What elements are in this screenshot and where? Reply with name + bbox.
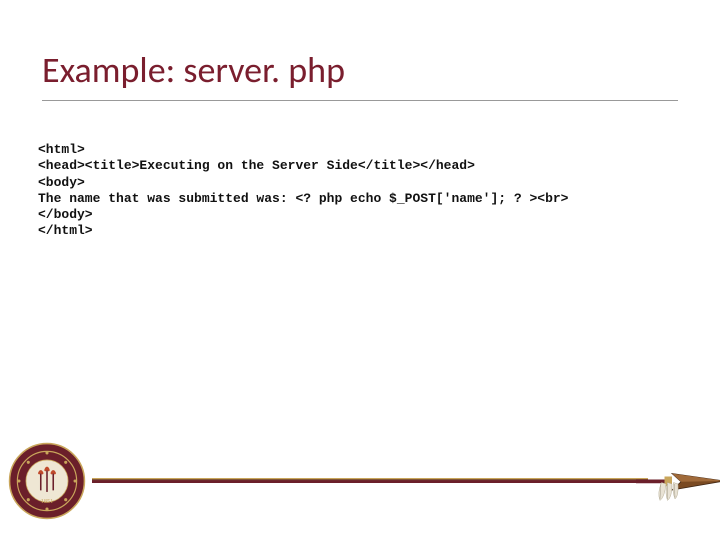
footer-bar (92, 478, 648, 483)
fsu-seal-icon: 1851 (8, 442, 86, 520)
spear-icon (636, 460, 720, 502)
title-underline (42, 100, 678, 101)
seal-year: 1851 (41, 498, 53, 505)
code-block: <html> <head><title>Executing on the Ser… (38, 142, 569, 240)
slide-footer: 1851 (0, 456, 720, 516)
slide: Example: server. php <html> <head><title… (0, 0, 720, 540)
slide-title: Example: server. php (42, 48, 345, 92)
